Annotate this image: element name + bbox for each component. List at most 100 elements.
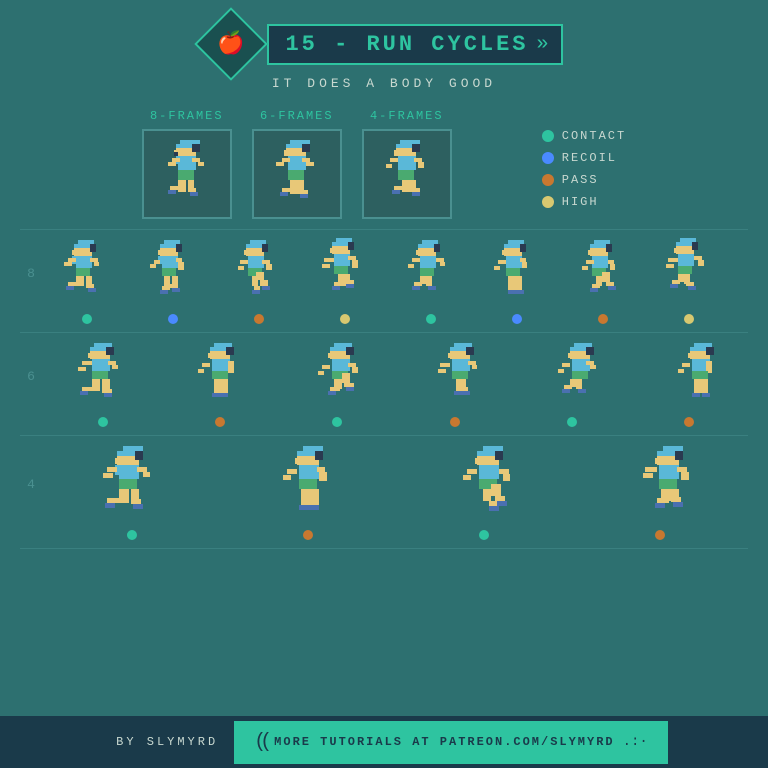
dot-8-7 xyxy=(598,314,608,324)
dot-recoil xyxy=(542,152,554,164)
dot-6-5 xyxy=(567,417,577,427)
runner-preview-8 xyxy=(152,136,222,212)
preview-8frames: 8-FRAMES xyxy=(142,109,232,219)
dot-8-2 xyxy=(168,314,178,324)
dot-8-1 xyxy=(82,314,92,324)
preview-section: 8-FRAMES xyxy=(112,109,656,219)
dot-8-5 xyxy=(426,314,436,324)
frame-6-4 xyxy=(402,337,522,415)
runner-8-5 xyxy=(400,238,458,308)
runner-8-4 xyxy=(314,238,372,308)
runner-4-2 xyxy=(273,444,351,524)
chevrons-icon: » xyxy=(537,33,545,56)
row-8-frames xyxy=(42,234,748,312)
preview-6frames: 6-FRAMES xyxy=(252,109,342,219)
runner-preview-4 xyxy=(372,136,442,212)
frame-8-3 xyxy=(214,234,300,312)
runner-6-3 xyxy=(308,341,376,411)
anim-section: 8 xyxy=(0,229,768,549)
dot-6-4 xyxy=(450,417,460,427)
legend-high-label: HIGH xyxy=(562,195,599,209)
row-4-container: 4 xyxy=(20,436,748,528)
footer-center: (( MORE TUTORIALS AT PATREON.COM/SLYMYRD… xyxy=(234,721,668,764)
frame-8-5 xyxy=(386,234,472,312)
preview-label-6: 6-FRAMES xyxy=(260,109,334,123)
frame-6-2 xyxy=(162,337,282,415)
footer-dots-decoration: .:· xyxy=(623,734,648,750)
dot-8-3 xyxy=(254,314,264,324)
dot-4-2 xyxy=(303,530,313,540)
runner-8-8 xyxy=(658,238,716,308)
legend-contact: CONTACT xyxy=(542,129,626,143)
title-banner: 15 - RUN CYCLES » xyxy=(267,24,562,65)
preview-frame-8 xyxy=(142,129,232,219)
main-container: 🍎 15 - RUN CYCLES » IT DOES A BODY GOOD … xyxy=(0,0,768,768)
runner-8-3 xyxy=(228,238,286,308)
dot-8-4 xyxy=(340,314,350,324)
footer-link-text: MORE TUTORIALS AT PATREON.COM/SLYMYRD xyxy=(274,735,614,749)
row-label-8: 8 xyxy=(20,266,42,281)
runner-6-4 xyxy=(428,341,496,411)
dot-8-8 xyxy=(684,314,694,324)
row-8-container: 8 xyxy=(20,229,748,312)
preview-label-8: 8-FRAMES xyxy=(150,109,224,123)
legend-recoil: RECOIL xyxy=(542,151,626,165)
runner-6-5 xyxy=(548,341,616,411)
runner-8-7 xyxy=(572,238,630,308)
title-row: 🍎 15 - RUN CYCLES » xyxy=(205,18,562,70)
dot-4-4 xyxy=(655,530,665,540)
dot-high xyxy=(542,196,554,208)
runner-4-1 xyxy=(93,444,171,524)
preview-label-4: 4-FRAMES xyxy=(370,109,444,123)
header: 🍎 15 - RUN CYCLES » IT DOES A BODY GOOD xyxy=(0,0,768,91)
frame-8-6 xyxy=(472,234,558,312)
footer-left-text: BY SLYMYRD xyxy=(100,735,234,749)
dots-row-4 xyxy=(20,528,748,549)
row-4-frames xyxy=(42,440,762,528)
legend-pass: PASS xyxy=(542,173,626,187)
dot-6-6 xyxy=(684,417,694,427)
frame-4-4 xyxy=(582,440,762,528)
diamond-icon: 🍎 xyxy=(195,7,269,81)
legend: CONTACT RECOIL PASS HIGH xyxy=(542,109,626,209)
footer-chevrons-left: (( xyxy=(254,731,266,754)
preview-4frames: 4-FRAMES xyxy=(362,109,452,219)
frame-8-4 xyxy=(300,234,386,312)
runner-6-6 xyxy=(668,341,736,411)
dot-6-1 xyxy=(98,417,108,427)
frame-8-1 xyxy=(42,234,128,312)
legend-recoil-label: RECOIL xyxy=(562,151,617,165)
dot-pass xyxy=(542,174,554,186)
preview-frame-6 xyxy=(252,129,342,219)
dot-8-6 xyxy=(512,314,522,324)
legend-contact-label: CONTACT xyxy=(562,129,626,143)
dot-contact xyxy=(542,130,554,142)
subtitle: IT DOES A BODY GOOD xyxy=(272,76,496,91)
frame-6-6 xyxy=(642,337,762,415)
frame-6-3 xyxy=(282,337,402,415)
dot-4-1 xyxy=(127,530,137,540)
frame-4-3 xyxy=(402,440,582,528)
legend-high: HIGH xyxy=(542,195,626,209)
runner-6-1 xyxy=(68,341,136,411)
frame-8-2 xyxy=(128,234,214,312)
frame-4-2 xyxy=(222,440,402,528)
runner-8-1 xyxy=(56,238,114,308)
dot-4-3 xyxy=(479,530,489,540)
dot-6-2 xyxy=(215,417,225,427)
legend-pass-label: PASS xyxy=(562,173,599,187)
row-6-frames xyxy=(42,337,762,415)
dots-row-8 xyxy=(20,312,748,333)
dot-6-3 xyxy=(332,417,342,427)
runner-6-2 xyxy=(188,341,256,411)
frame-6-1 xyxy=(42,337,162,415)
row-label-6: 6 xyxy=(20,369,42,384)
row-6-container: 6 xyxy=(20,333,748,415)
runner-4-4 xyxy=(633,444,711,524)
row-label-4: 4 xyxy=(20,477,42,492)
frame-4-1 xyxy=(42,440,222,528)
preview-frame-4 xyxy=(362,129,452,219)
apple-icon: 🍎 xyxy=(218,31,245,57)
runner-preview-6 xyxy=(262,136,332,212)
runner-8-2 xyxy=(142,238,200,308)
